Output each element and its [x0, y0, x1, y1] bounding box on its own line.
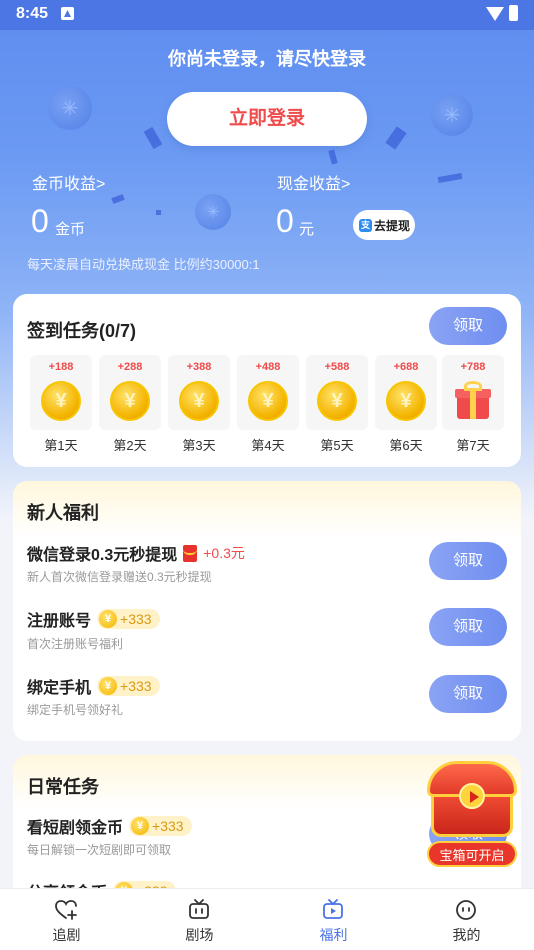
- task-title: 注册账号 ¥ +333: [27, 607, 160, 631]
- task-title-text: 绑定手机: [27, 680, 92, 697]
- treasure-chest-widget[interactable]: 宝箱可开启: [425, 757, 519, 869]
- day-reward-amount: +788: [460, 361, 486, 373]
- task-subtitle: 新人首次微信登录赠送0.3元秒提现: [27, 570, 212, 584]
- cash-earnings-unit: 元: [299, 221, 315, 238]
- checkin-day[interactable]: +388 ¥: [168, 355, 230, 430]
- wifi-icon: [486, 7, 504, 21]
- tv-icon: [189, 899, 209, 919]
- decorative-coin-icon: ✳: [431, 94, 473, 136]
- checkin-day[interactable]: +188 ¥: [30, 355, 92, 430]
- gold-coin-icon: ¥: [248, 381, 288, 421]
- coin-icon: ¥: [131, 817, 150, 835]
- newbie-title: 新人福利: [27, 503, 99, 523]
- task-title: 绑定手机 ¥ +333: [27, 674, 160, 698]
- checkin-card: 签到任务(0/7) 领取 +188 ¥ 第1天 +288 ¥ 第2天 +388 …: [13, 294, 521, 467]
- task-title: 看短剧领金币 ¥ +333: [27, 814, 192, 838]
- task-title: 微信登录0.3元秒提现 +0.3元: [27, 541, 245, 565]
- battery-icon: [509, 5, 518, 21]
- exchange-note: 每天凌晨自动兑换成现金 比例约30000:1: [27, 257, 260, 272]
- gift-box-icon: [455, 381, 491, 419]
- notification-icon: [61, 7, 74, 20]
- day-label: 第7天: [456, 438, 490, 453]
- task-title-text: 微信登录0.3元秒提现: [27, 547, 178, 564]
- task-bonus: +333: [120, 678, 152, 694]
- tab-label: 追剧: [52, 927, 81, 943]
- day-reward-amount: +688: [393, 361, 419, 373]
- day-label: 第3天: [182, 438, 216, 453]
- treasure-chest-icon: [427, 761, 517, 839]
- checkin-day[interactable]: +288 ¥: [99, 355, 161, 430]
- task-subtitle: 绑定手机号领好礼: [27, 703, 124, 717]
- treasure-chest-label: 宝箱可开启: [427, 841, 517, 867]
- cash-earnings-value: 0: [276, 203, 294, 239]
- smile-face-icon: [456, 900, 476, 920]
- coin-earnings-link[interactable]: 金币收益>: [32, 170, 105, 194]
- coin-bonus-pill: ¥ +333: [97, 609, 160, 629]
- coin-icon: ¥: [99, 677, 118, 695]
- tab-welfare[interactable]: 福利: [267, 889, 400, 950]
- day-reward-amount: +288: [117, 361, 143, 373]
- alipay-icon: 支: [359, 218, 372, 232]
- day-label: 第6天: [389, 438, 423, 453]
- task-title-text: 看短剧领金币: [27, 820, 124, 837]
- task-bonus: +0.3元: [203, 545, 245, 561]
- play-tv-icon: [323, 899, 343, 919]
- task-subtitle: 首次注册账号福利: [27, 637, 124, 651]
- day-label: 第1天: [44, 438, 78, 453]
- status-time: 8:45: [16, 5, 49, 22]
- checkin-day[interactable]: +588 ¥: [306, 355, 368, 430]
- checkin-title: 签到任务(0/7): [27, 321, 137, 341]
- gold-coin-icon: ¥: [41, 381, 81, 421]
- checkin-day[interactable]: +688 ¥: [375, 355, 437, 430]
- gold-coin-icon: ¥: [317, 381, 357, 421]
- gold-coin-icon: ¥: [386, 381, 426, 421]
- task-subtitle: 每日解锁一次短剧即可领取: [27, 843, 172, 857]
- heart-plus-icon: [55, 900, 77, 920]
- checkin-day[interactable]: +488 ¥: [237, 355, 299, 430]
- checkin-day[interactable]: +788: [442, 355, 504, 430]
- task-bonus: +333: [120, 611, 152, 627]
- tab-label: 剧场: [185, 927, 214, 943]
- gold-coin-icon: ¥: [110, 381, 150, 421]
- day-reward-amount: +188: [48, 361, 74, 373]
- login-button[interactable]: 立即登录: [167, 92, 367, 146]
- tab-drama-follow[interactable]: 追剧: [0, 889, 133, 950]
- day-label: 第5天: [320, 438, 354, 453]
- red-packet-icon: [183, 544, 198, 562]
- day-label: 第4天: [251, 438, 285, 453]
- task-title-text: 注册账号: [27, 613, 92, 630]
- tab-theater[interactable]: 剧场: [133, 889, 266, 950]
- day-label: 第2天: [113, 438, 147, 453]
- claim-button[interactable]: 领取: [429, 542, 507, 580]
- checkin-claim-button[interactable]: 领取: [429, 307, 507, 345]
- decorative-coin-icon: ✳: [195, 194, 231, 230]
- coin-icon: ¥: [99, 610, 118, 628]
- decorative-coin-icon: ✳: [48, 86, 92, 130]
- gold-coin-icon: ¥: [179, 381, 219, 421]
- coin-earnings-value: 0: [31, 203, 49, 239]
- day-reward-amount: +488: [255, 361, 281, 373]
- login-prompt: 你尚未登录，请尽快登录: [168, 49, 366, 69]
- daily-title: 日常任务: [27, 777, 99, 797]
- claim-button[interactable]: 领取: [429, 675, 507, 713]
- coin-bonus-pill: ¥ +333: [97, 676, 160, 696]
- tab-profile[interactable]: 我的: [400, 889, 533, 950]
- tab-label: 我的: [452, 927, 481, 943]
- withdraw-label: 去提现: [374, 218, 411, 233]
- day-reward-amount: +588: [324, 361, 350, 373]
- decorative-shard: [156, 210, 161, 215]
- newbie-card: 新人福利 微信登录0.3元秒提现 +0.3元 新人首次微信登录赠送0.3元秒提现…: [13, 481, 521, 741]
- day-reward-amount: +388: [186, 361, 212, 373]
- status-bar: 8:45: [0, 0, 534, 30]
- withdraw-button[interactable]: 支 去提现: [353, 210, 415, 240]
- bottom-tab-bar: 追剧 剧场 福利 我的: [0, 888, 534, 950]
- task-bonus: +333: [152, 818, 184, 834]
- coin-earnings-unit: 金币: [55, 221, 86, 238]
- tab-label: 福利: [319, 927, 348, 943]
- coin-bonus-pill: ¥ +333: [129, 816, 192, 836]
- claim-button[interactable]: 领取: [429, 608, 507, 646]
- cash-earnings-link[interactable]: 现金收益>: [277, 170, 350, 194]
